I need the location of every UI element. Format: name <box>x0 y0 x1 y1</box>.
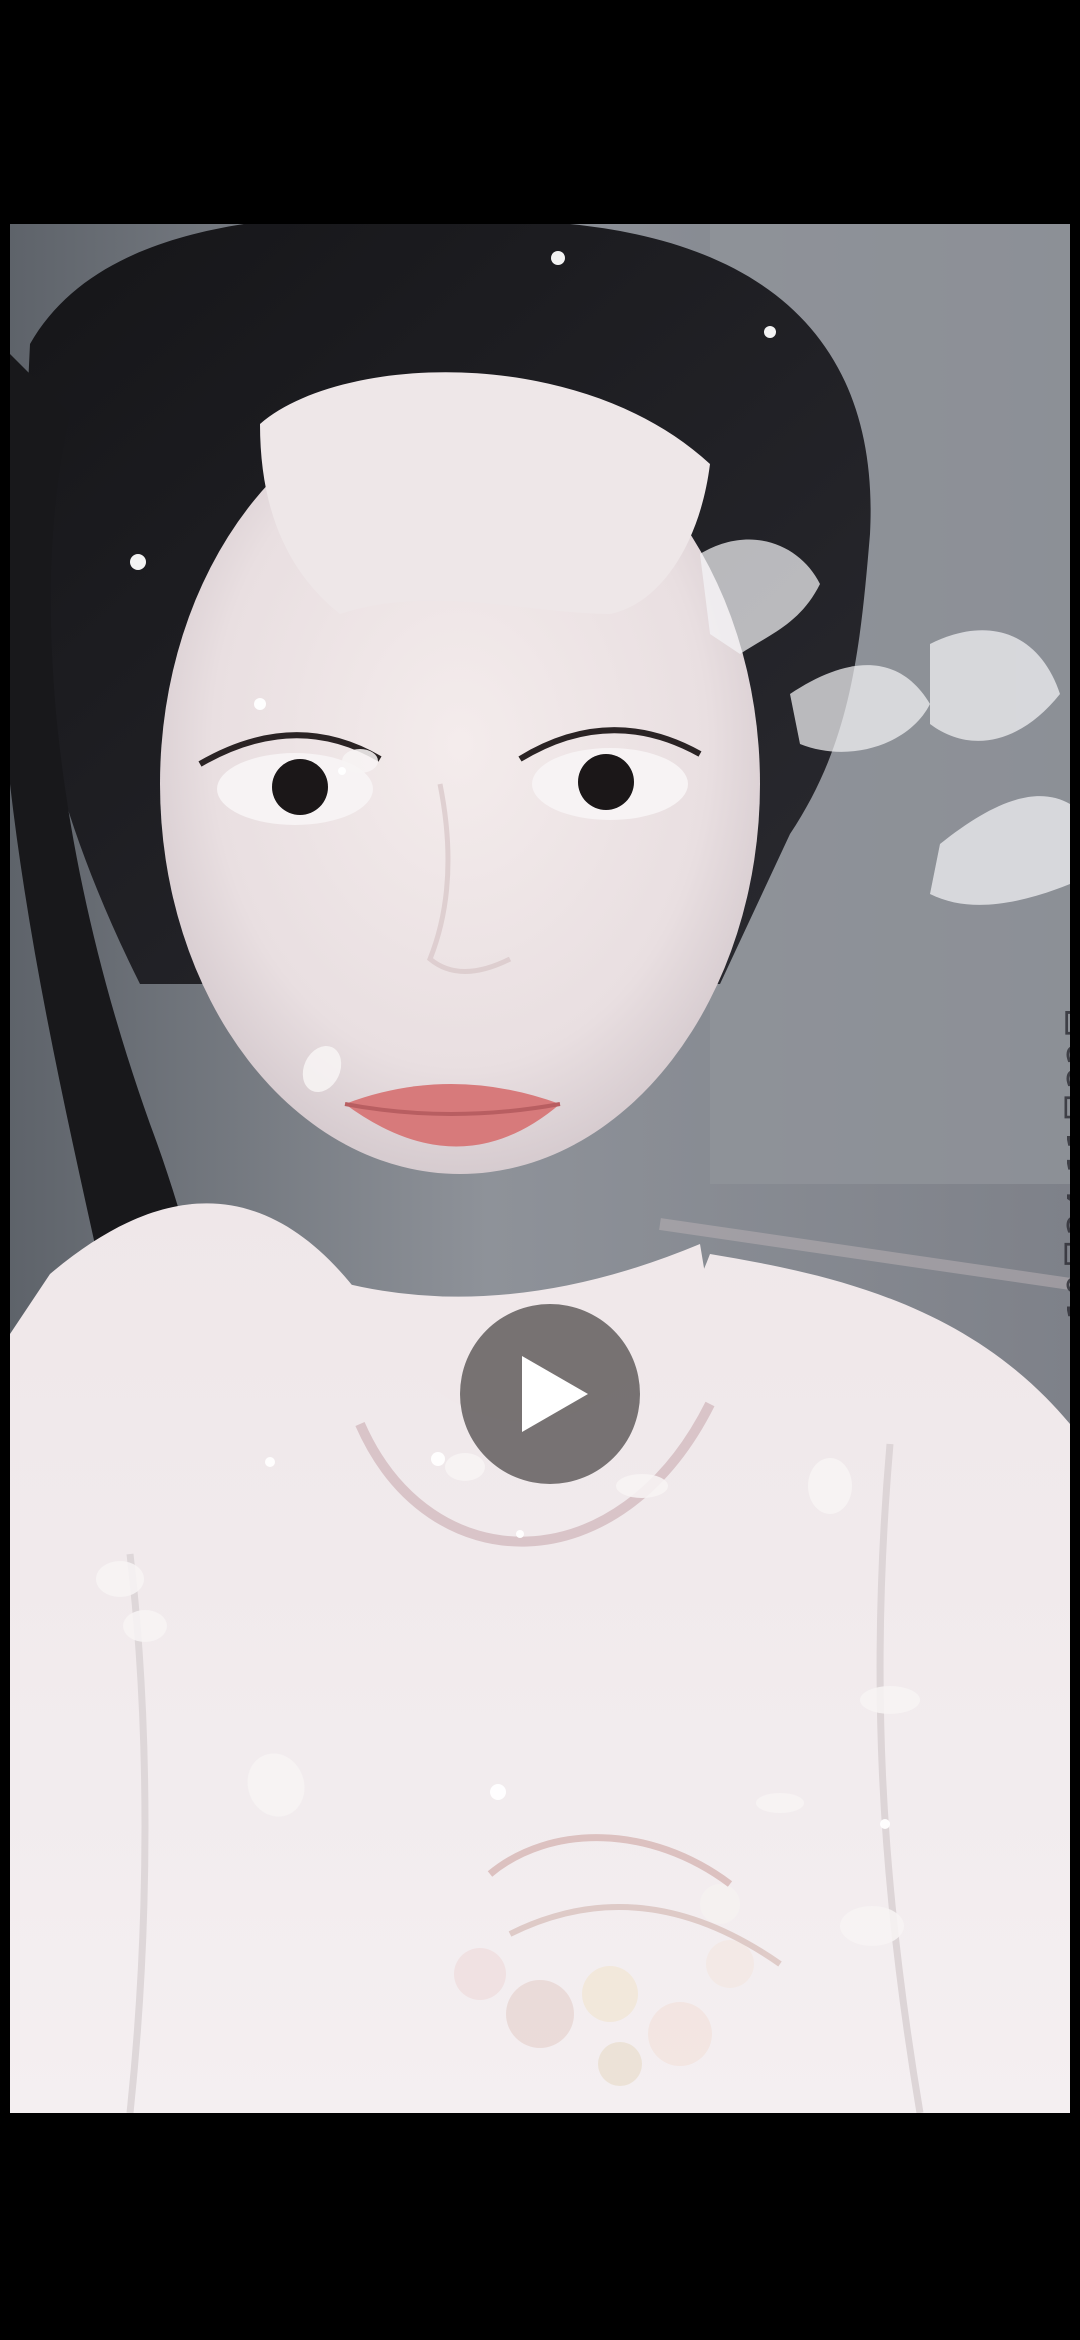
video-poster-illustration <box>10 224 1070 2113</box>
play-icon <box>522 1356 588 1432</box>
play-button[interactable] <box>460 1304 640 1484</box>
video-frame[interactable]: 10月24-11月22日 <box>10 224 1070 2113</box>
poster-caption: 10月24-11月22日 <box>1061 1004 1070 1321</box>
video-player-screen: 10月24-11月22日 <box>0 0 1080 2340</box>
